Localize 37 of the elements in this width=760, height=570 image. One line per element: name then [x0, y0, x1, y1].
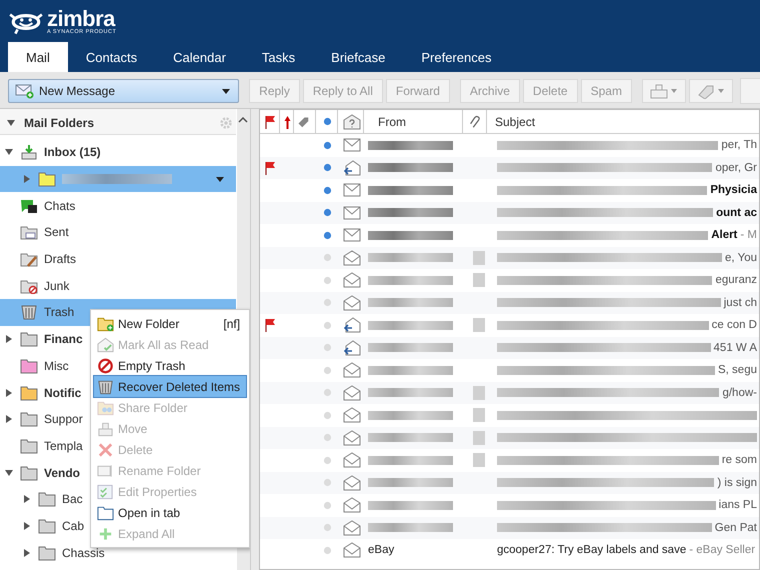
subject-text: oper, Gr [715, 162, 757, 174]
brand-name: zimbra [47, 8, 116, 30]
folder-name: Junk [44, 278, 70, 293]
folder-name: Sent [44, 225, 69, 240]
subject-text: ount ac [716, 206, 757, 219]
subject-text: eguranz [715, 274, 757, 286]
folder-name: Trash [44, 305, 74, 320]
subject-text: e, You [725, 252, 757, 264]
subject-text: g/how- [722, 386, 757, 399]
folder-name: Inbox (15) [44, 145, 101, 160]
folder-name: Templa [44, 438, 83, 453]
folder-name: Vendo [44, 466, 80, 480]
subject-text: Physicia [710, 184, 757, 196]
folder-name: Misc [44, 358, 69, 373]
folder-name: Cab [62, 518, 84, 533]
subject-text: Gen Pat [714, 522, 757, 534]
subject-text: ce con D [712, 319, 757, 332]
subject-text: gcooper27: Try eBay labels and save [497, 544, 686, 556]
folder-name: Notific [44, 386, 82, 400]
subject-text: Alert [711, 229, 738, 242]
folder-name: Bac [62, 492, 83, 506]
folder-name: Chats [44, 198, 76, 213]
preview-text: - eBay Seller [689, 544, 756, 556]
subject-text: S, segu [718, 364, 757, 376]
subject-text: per, Th [721, 139, 757, 152]
folder-name: Suppor [44, 412, 83, 426]
folder-name: Chassis [62, 546, 105, 560]
subject-text: 451 W A [714, 342, 757, 354]
preview-text: - M [740, 229, 757, 242]
subject-text: just ch [724, 296, 757, 309]
subject-text: re som [722, 454, 757, 466]
folder-name: Financ [44, 332, 83, 346]
folder-name: Drafts [44, 252, 76, 266]
subject-text: ians PL [718, 499, 757, 512]
sender-name: eBay [368, 544, 394, 556]
folder-pane-title: Mail Folders [24, 116, 96, 130]
subject-text: ) is sign [717, 476, 757, 489]
